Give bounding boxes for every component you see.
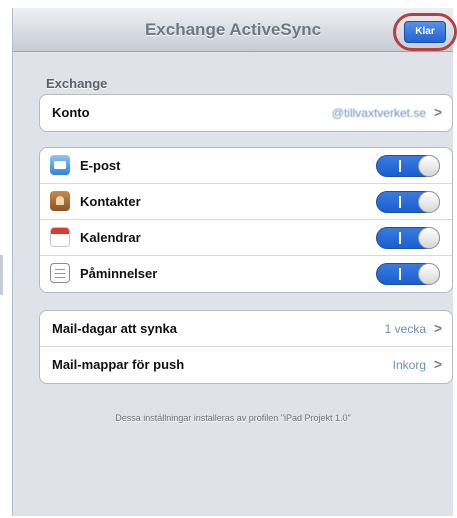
sync-row-mail: E-post [40,148,452,184]
sync-row-calendars: Kalendrar [40,220,452,256]
sync-items-group: E-post Kontakter Kalendrar Påminnelser [39,147,453,293]
contacts-toggle[interactable] [376,191,440,213]
sync-label-calendars: Kalendrar [80,230,141,245]
mail-days-value: 1 vecka [384,322,426,336]
chevron-right-icon: > [433,356,442,372]
chevron-right-icon: > [433,320,442,336]
mail-days-row[interactable]: Mail-dagar att synka 1 vecka > [40,311,452,347]
mail-toggle[interactable] [376,155,440,177]
sync-row-contacts: Kontakter [40,184,452,220]
mail-push-folders-row[interactable]: Mail-mappar för push Inkorg > [40,347,452,383]
done-button[interactable]: Klar [404,21,446,43]
reminders-icon [50,263,70,283]
calendars-toggle[interactable] [376,227,440,249]
sync-label-mail: E-post [80,158,121,173]
section-header-exchange: Exchange [46,76,108,91]
done-button-highlight: Klar [393,13,457,51]
navigation-bar: Exchange ActiveSync Klar [13,8,457,52]
mail-push-folders-value: Inkorg [392,358,426,372]
left-edge-indicator [0,255,3,295]
mail-days-label: Mail-dagar att synka [52,321,177,336]
account-email-value: @tillvaxtverket.se [331,106,426,120]
account-label: Konto [52,105,90,120]
reminders-toggle[interactable] [376,263,440,285]
mail-push-folders-label: Mail-mappar för push [52,357,185,372]
account-row[interactable]: Konto @tillvaxtverket.se > [40,95,452,131]
sync-row-reminders: Påminnelser [40,256,452,292]
mail-settings-group: Mail-dagar att synka 1 vecka > Mail-mapp… [39,310,453,384]
profile-footer-note: Dessa inställningar installeras av profi… [115,413,351,423]
settings-panel: Exchange ActiveSync Klar Exchange Konto … [12,8,457,516]
sync-label-contacts: Kontakter [80,194,141,209]
mail-icon [50,155,70,175]
calendar-icon [50,227,70,247]
chevron-right-icon: > [433,104,442,120]
page-title: Exchange ActiveSync [144,20,322,39]
account-group: Konto @tillvaxtverket.se > [39,94,453,132]
sync-label-reminders: Påminnelser [80,266,158,281]
contacts-icon [50,191,70,211]
